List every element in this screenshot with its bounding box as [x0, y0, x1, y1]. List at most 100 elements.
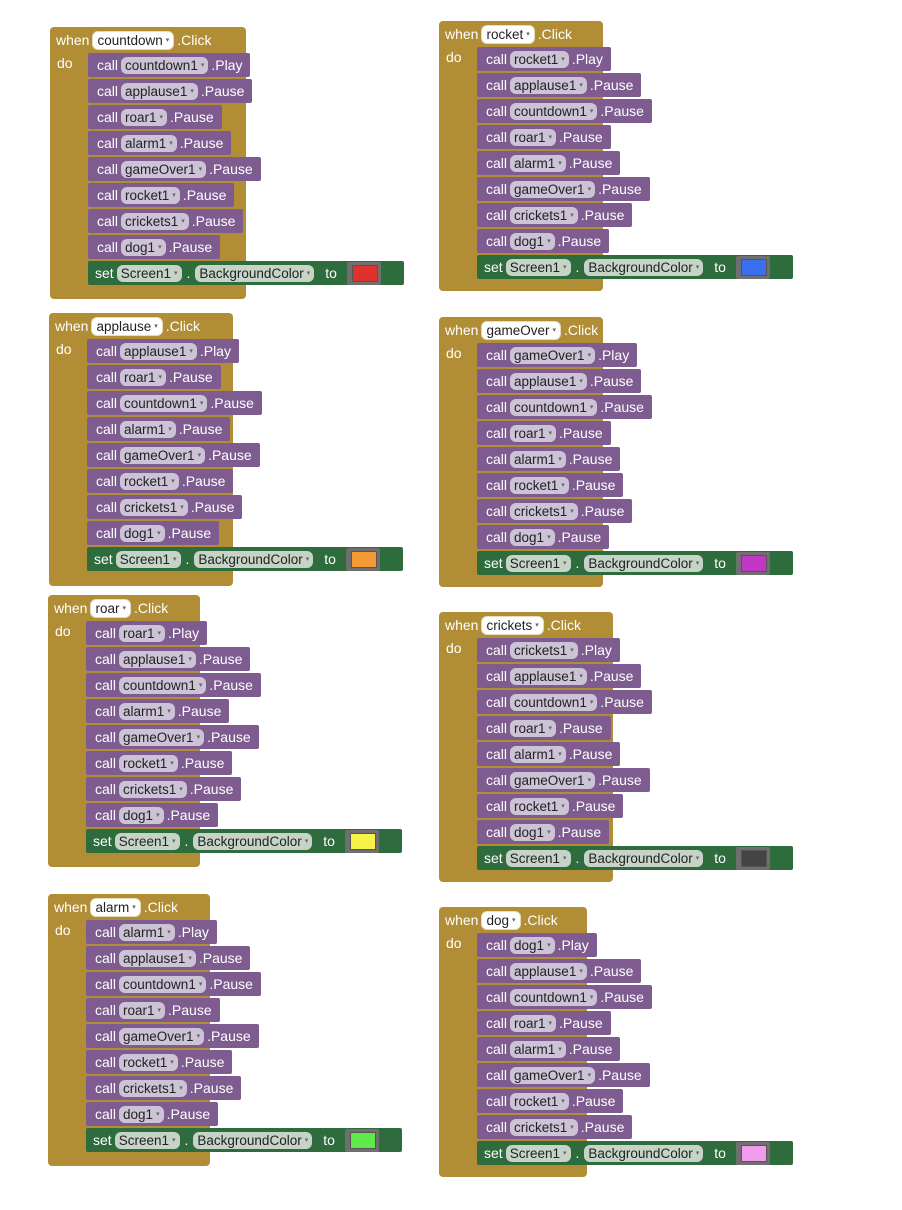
call-pause-block[interactable]: call crickets1 ▾ .Pause [86, 777, 242, 801]
color-block[interactable] [344, 1128, 379, 1152]
call-pause-block[interactable]: call alarm1 ▾ .Pause [477, 447, 621, 471]
set-background-color-block[interactable]: set Screen1 ▾. BackgroundColor ▾ to [477, 551, 793, 575]
sound-component-dropdown[interactable]: roar1 ▾ [119, 1001, 166, 1019]
call-pause-block[interactable]: call alarm1 ▾ .Pause [477, 1037, 621, 1061]
call-pause-block[interactable]: call rocket1 ▾ .Pause [477, 1089, 624, 1113]
property-dropdown[interactable]: BackgroundColor ▾ [195, 264, 315, 282]
sound-component-dropdown[interactable]: roar1 ▾ [510, 1014, 557, 1032]
component-dropdown[interactable]: dog ▾ [481, 910, 521, 930]
call-pause-block[interactable]: call dog1 ▾ .Pause [88, 235, 221, 259]
property-dropdown[interactable]: BackgroundColor ▾ [584, 849, 704, 867]
event-block-alarm-click[interactable]: when alarm ▾ .Click do call alarm1 ▾ .Play call ap… [48, 894, 402, 1166]
sound-component-dropdown[interactable]: rocket1 ▾ [120, 472, 179, 490]
property-dropdown[interactable]: BackgroundColor ▾ [584, 554, 704, 572]
sound-component-dropdown[interactable]: alarm1 ▾ [119, 923, 175, 941]
property-dropdown[interactable]: BackgroundColor ▾ [193, 832, 313, 850]
call-pause-block[interactable]: call dog1 ▾ .Pause [477, 229, 610, 253]
event-block-countdown-click[interactable]: when countdown ▾ .Click do call countdown1 ▾ .Pl… [50, 27, 404, 299]
call-pause-block[interactable]: call gameOver1 ▾ .Pause [477, 1063, 650, 1087]
color-swatch[interactable] [740, 849, 767, 867]
call-pause-block[interactable]: call rocket1 ▾ .Pause [477, 794, 624, 818]
sound-component-dropdown[interactable]: dog1 ▾ [119, 1105, 164, 1123]
component-dropdown[interactable]: applause ▾ [91, 316, 163, 336]
call-pause-block[interactable]: call gameOver1 ▾ .Pause [477, 177, 650, 201]
color-block[interactable] [735, 255, 770, 279]
sound-component-dropdown[interactable]: rocket1 ▾ [119, 754, 178, 772]
call-pause-block[interactable]: call crickets1 ▾ .Pause [477, 1115, 633, 1139]
color-block[interactable] [345, 547, 380, 571]
call-pause-block[interactable]: call countdown1 ▾ .Pause [477, 395, 652, 419]
call-pause-block[interactable]: call rocket1 ▾ .Pause [477, 473, 624, 497]
call-pause-block[interactable]: call countdown1 ▾ .Pause [477, 985, 652, 1009]
call-pause-block[interactable]: call applause1 ▾ .Pause [86, 946, 251, 970]
sound-component-dropdown[interactable]: countdown1 ▾ [510, 102, 598, 120]
call-pause-block[interactable]: call crickets1 ▾ .Pause [87, 495, 243, 519]
color-block[interactable] [346, 261, 381, 285]
screen-component-dropdown[interactable]: Screen1 ▾ [505, 258, 571, 276]
call-pause-block[interactable]: call rocket1 ▾ .Pause [86, 1050, 233, 1074]
color-block[interactable] [735, 551, 770, 575]
call-pause-block[interactable]: call roar1 ▾ .Pause [87, 365, 221, 389]
screen-component-dropdown[interactable]: Screen1 ▾ [114, 832, 180, 850]
component-dropdown[interactable]: rocket ▾ [481, 24, 535, 44]
sound-component-dropdown[interactable]: alarm1 ▾ [510, 450, 566, 468]
call-play-block[interactable]: call crickets1 ▾ .Play [477, 638, 620, 662]
screen-component-dropdown[interactable]: Screen1 ▾ [114, 1131, 180, 1149]
call-pause-block[interactable]: call gameOver1 ▾ .Pause [88, 157, 261, 181]
component-dropdown[interactable]: alarm ▾ [90, 897, 141, 917]
sound-component-dropdown[interactable]: applause1 ▾ [120, 342, 197, 360]
color-block[interactable] [344, 829, 379, 853]
sound-component-dropdown[interactable]: crickets1 ▾ [119, 780, 187, 798]
sound-component-dropdown[interactable]: dog1 ▾ [510, 528, 555, 546]
sound-component-dropdown[interactable]: alarm1 ▾ [121, 134, 177, 152]
event-block-crickets-click[interactable]: when crickets ▾ .Click do call crickets1 ▾ .Play… [439, 612, 793, 882]
sound-component-dropdown[interactable]: gameOver1 ▾ [510, 771, 596, 789]
sound-component-dropdown[interactable]: applause1 ▾ [510, 667, 587, 685]
set-background-color-block[interactable]: set Screen1 ▾. BackgroundColor ▾ to [87, 547, 403, 571]
sound-component-dropdown[interactable]: gameOver1 ▾ [510, 346, 596, 364]
sound-component-dropdown[interactable]: countdown1 ▾ [120, 394, 208, 412]
call-pause-block[interactable]: call rocket1 ▾ .Pause [87, 469, 234, 493]
sound-component-dropdown[interactable]: rocket1 ▾ [510, 50, 569, 68]
call-play-block[interactable]: call roar1 ▾ .Play [86, 621, 208, 645]
color-swatch[interactable] [350, 550, 377, 568]
color-swatch[interactable] [740, 1144, 767, 1162]
sound-component-dropdown[interactable]: crickets1 ▾ [510, 502, 578, 520]
call-pause-block[interactable]: call roar1 ▾ .Pause [477, 125, 611, 149]
sound-component-dropdown[interactable]: crickets1 ▾ [120, 498, 188, 516]
call-pause-block[interactable]: call applause1 ▾ .Pause [477, 73, 642, 97]
screen-component-dropdown[interactable]: Screen1 ▾ [115, 550, 181, 568]
sound-component-dropdown[interactable]: applause1 ▾ [510, 962, 587, 980]
sound-component-dropdown[interactable]: countdown1 ▾ [121, 56, 209, 74]
call-play-block[interactable]: call countdown1 ▾ .Play [88, 53, 251, 77]
sound-component-dropdown[interactable]: crickets1 ▾ [510, 641, 578, 659]
sound-component-dropdown[interactable]: rocket1 ▾ [510, 797, 569, 815]
sound-component-dropdown[interactable]: rocket1 ▾ [510, 1092, 569, 1110]
sound-component-dropdown[interactable]: roar1 ▾ [510, 719, 557, 737]
sound-component-dropdown[interactable]: gameOver1 ▾ [119, 1027, 205, 1045]
sound-component-dropdown[interactable]: alarm1 ▾ [510, 154, 566, 172]
screen-component-dropdown[interactable]: Screen1 ▾ [116, 264, 182, 282]
sound-component-dropdown[interactable]: dog1 ▾ [121, 238, 166, 256]
call-pause-block[interactable]: call alarm1 ▾ .Pause [477, 742, 621, 766]
sound-component-dropdown[interactable]: alarm1 ▾ [510, 745, 566, 763]
set-background-color-block[interactable]: set Screen1 ▾. BackgroundColor ▾ to [86, 829, 402, 853]
call-pause-block[interactable]: call dog1 ▾ .Pause [477, 525, 610, 549]
sound-component-dropdown[interactable]: roar1 ▾ [510, 128, 557, 146]
call-pause-block[interactable]: call dog1 ▾ .Pause [87, 521, 220, 545]
sound-component-dropdown[interactable]: applause1 ▾ [510, 372, 587, 390]
sound-component-dropdown[interactable]: roar1 ▾ [510, 424, 557, 442]
sound-component-dropdown[interactable]: dog1 ▾ [510, 823, 555, 841]
call-pause-block[interactable]: call dog1 ▾ .Pause [86, 1102, 219, 1126]
sound-component-dropdown[interactable]: roar1 ▾ [121, 108, 168, 126]
call-pause-block[interactable]: call countdown1 ▾ .Pause [477, 690, 652, 714]
sound-component-dropdown[interactable]: rocket1 ▾ [121, 186, 180, 204]
sound-component-dropdown[interactable]: applause1 ▾ [119, 949, 196, 967]
call-pause-block[interactable]: call rocket1 ▾ .Pause [86, 751, 233, 775]
component-dropdown[interactable]: crickets ▾ [481, 615, 544, 635]
screen-component-dropdown[interactable]: Screen1 ▾ [505, 554, 571, 572]
sound-component-dropdown[interactable]: crickets1 ▾ [119, 1079, 187, 1097]
call-pause-block[interactable]: call alarm1 ▾ .Pause [88, 131, 232, 155]
sound-component-dropdown[interactable]: applause1 ▾ [121, 82, 198, 100]
color-swatch[interactable] [740, 554, 767, 572]
